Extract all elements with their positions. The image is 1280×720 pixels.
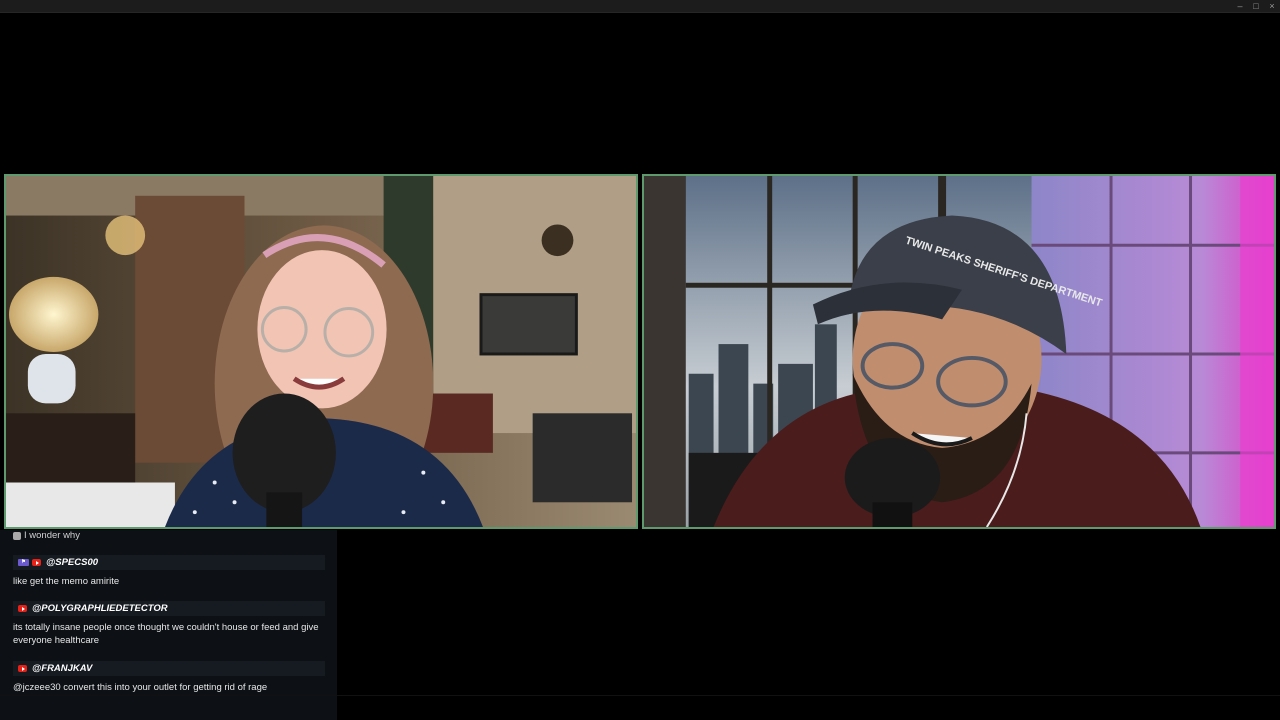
chat-message-partial: I wonder why	[13, 530, 80, 541]
youtube-icon	[18, 605, 27, 612]
youtube-icon	[32, 559, 41, 566]
minimize-button[interactable]: –	[1236, 2, 1244, 11]
close-button[interactable]: ×	[1268, 2, 1276, 11]
chat-message-text: its totally insane people once thought w…	[13, 622, 319, 646]
chat-username[interactable]: @SPECS00	[46, 557, 98, 568]
video-feed-left	[6, 176, 636, 527]
chat-message-header: ⚑ @SPECS00	[13, 555, 325, 570]
maximize-button[interactable]: □	[1252, 2, 1260, 11]
chat-username[interactable]: @POLYGRAPHLIEDETECTOR	[32, 603, 168, 614]
chat-message-header: @POLYGRAPHLIEDETECTOR	[13, 601, 325, 616]
video-tile-left[interactable]	[4, 174, 638, 529]
chat-message-text: like get the memo amirite	[13, 576, 120, 587]
chat-message-header: @FRANJKAV	[13, 661, 325, 676]
chat-message-text: I wonder why	[24, 530, 80, 541]
video-feed-right: TWIN PEAKS SHERIFF'S DEPARTMENT	[644, 176, 1274, 527]
divider	[0, 695, 1280, 696]
user-icon	[13, 531, 21, 540]
video-tile-right[interactable]: TWIN PEAKS SHERIFF'S DEPARTMENT	[642, 174, 1276, 529]
window-controls: – □ ×	[1236, 0, 1276, 12]
youtube-icon	[18, 665, 27, 672]
chat-message-text: @jczeee30 convert this into your outlet …	[13, 682, 268, 693]
member-badge-icon: ⚑	[18, 559, 29, 566]
window-titlebar: – □ ×	[0, 0, 1280, 13]
chat-username[interactable]: @FRANJKAV	[32, 663, 92, 674]
